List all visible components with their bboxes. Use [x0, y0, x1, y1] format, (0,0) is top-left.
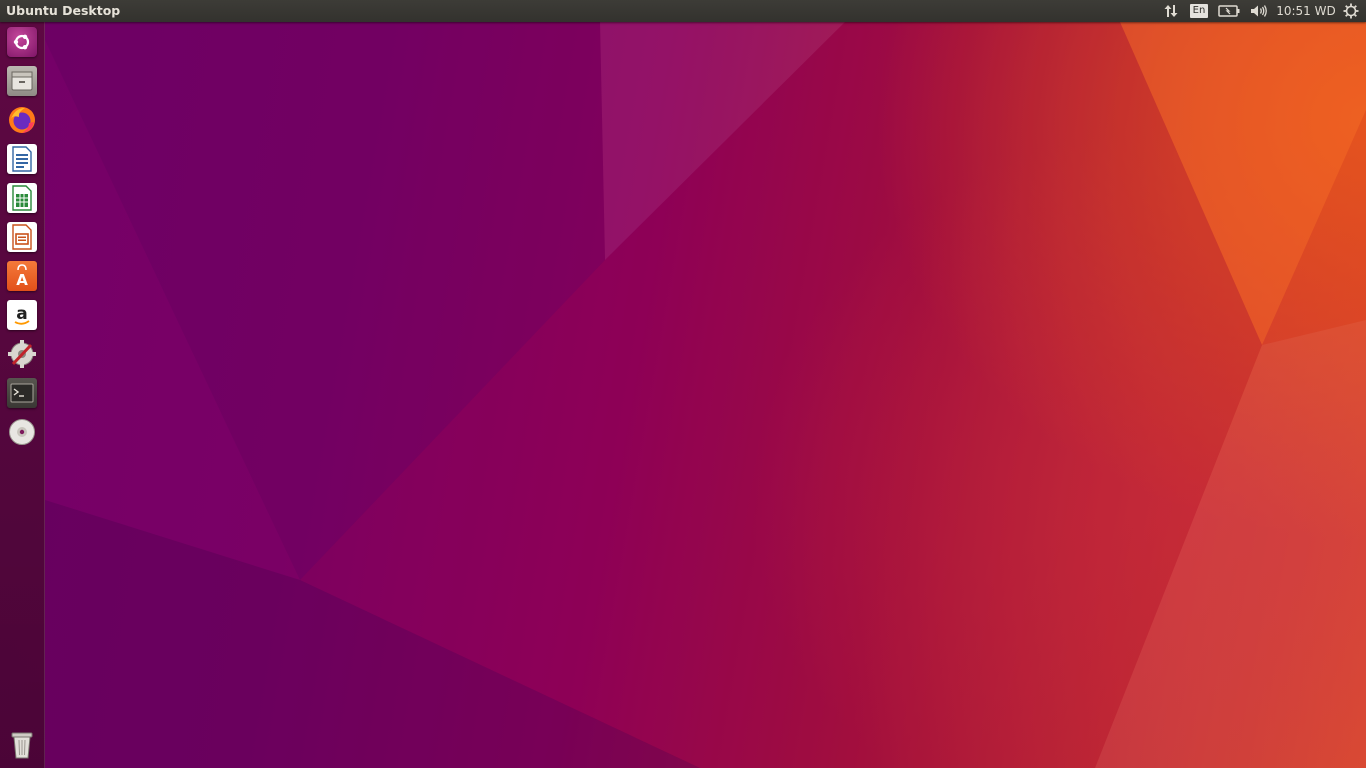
- clock-indicator[interactable]: 10:51 WD: [1276, 0, 1336, 22]
- libreoffice-impress-icon[interactable]: [5, 220, 39, 254]
- amazon-icon[interactable]: a: [5, 298, 39, 332]
- trash-icon[interactable]: [5, 728, 39, 762]
- desktop-wallpaper[interactable]: [0, 0, 1366, 768]
- firefox-icon[interactable]: [5, 103, 39, 137]
- svg-text:A: A: [16, 271, 28, 288]
- top-panel: Ubuntu Desktop En 10:51 WD: [0, 0, 1366, 22]
- dvd-icon[interactable]: [5, 415, 39, 449]
- gear-power-icon[interactable]: [1341, 0, 1361, 22]
- wallpaper-facets: [45, 22, 1366, 768]
- libreoffice-writer-icon[interactable]: [5, 142, 39, 176]
- launcher: A a: [0, 22, 45, 768]
- terminal-icon[interactable]: [5, 376, 39, 410]
- files-icon[interactable]: [5, 64, 39, 98]
- ubuntu-dash-icon[interactable]: [5, 25, 39, 59]
- clock-label: 10:51 WD: [1276, 4, 1336, 18]
- network-up-down-icon[interactable]: [1160, 0, 1182, 22]
- volume-icon[interactable]: [1248, 0, 1270, 22]
- keyboard-layout-label: En: [1189, 4, 1209, 18]
- ubuntu-software-icon[interactable]: A: [5, 259, 39, 293]
- svg-text:a: a: [16, 304, 27, 324]
- panel-window-title: Ubuntu Desktop: [6, 3, 121, 18]
- keyboard-layout-indicator[interactable]: En: [1188, 0, 1210, 22]
- system-settings-icon[interactable]: [5, 337, 39, 371]
- libreoffice-calc-icon[interactable]: [5, 181, 39, 215]
- battery-icon[interactable]: [1217, 0, 1241, 22]
